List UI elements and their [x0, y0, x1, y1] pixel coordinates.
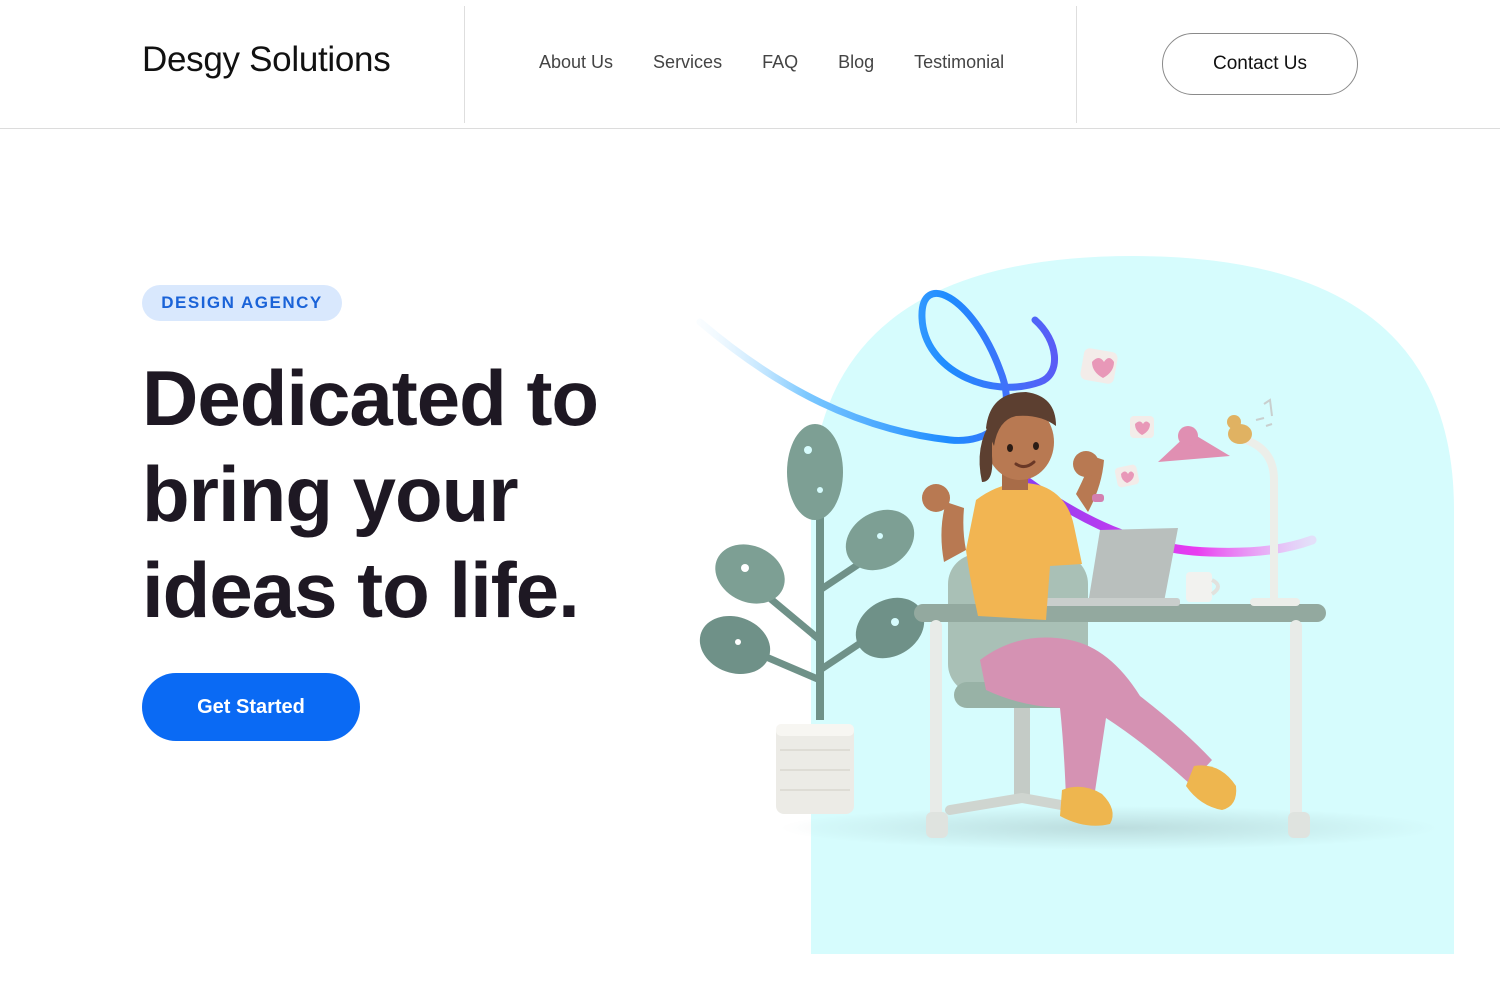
nav-link-blog[interactable]: Blog — [838, 52, 874, 73]
contact-us-button[interactable]: Contact Us — [1162, 33, 1358, 95]
header-divider-left — [464, 6, 465, 123]
nav-link-about-us[interactable]: About Us — [539, 52, 613, 73]
nav-link-faq[interactable]: FAQ — [762, 52, 798, 73]
headline-line-1: Dedicated to — [142, 354, 599, 442]
nav-link-testimonial[interactable]: Testimonial — [914, 52, 1004, 73]
nav-link-services[interactable]: Services — [653, 52, 722, 73]
design-agency-badge: DESIGN AGENCY — [142, 285, 342, 321]
header-divider-right — [1076, 6, 1077, 123]
site-header: Desgy Solutions About Us Services FAQ Bl… — [0, 0, 1500, 129]
hero-illustration — [696, 256, 1454, 954]
get-started-button[interactable]: Get Started — [142, 673, 360, 741]
brand-logo[interactable]: Desgy Solutions — [142, 40, 391, 80]
main-nav: About Us Services FAQ Blog Testimonial — [539, 52, 1004, 73]
landing-page: Desgy Solutions About Us Services FAQ Bl… — [0, 0, 1500, 1000]
headline-line-2: bring your — [142, 450, 519, 538]
hero-headline: Dedicated to bring your ideas to life. — [142, 350, 702, 638]
headline-line-3: ideas to life. — [142, 546, 580, 634]
